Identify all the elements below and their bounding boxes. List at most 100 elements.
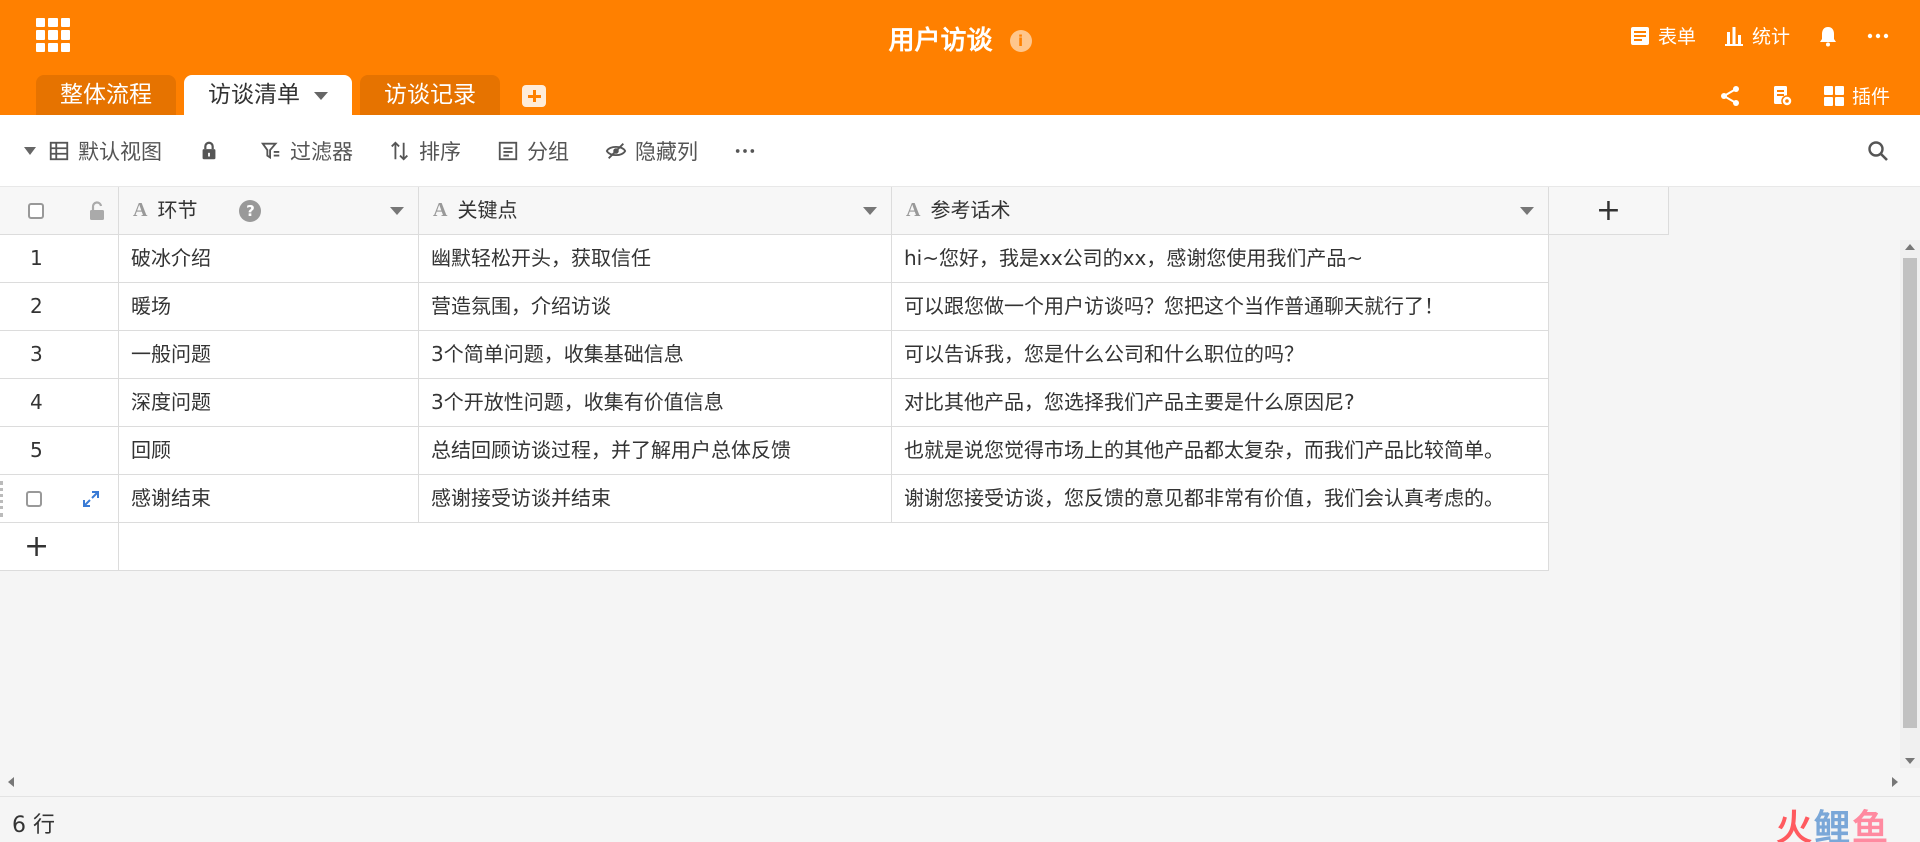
column-menu-icon[interactable]	[863, 206, 877, 215]
text-type-icon: A	[433, 199, 448, 221]
records-button[interactable]	[1770, 84, 1794, 108]
column-header-key-point[interactable]: A 关键点	[419, 187, 892, 235]
row-number-cell[interactable]: 2	[0, 283, 119, 331]
cell-script[interactable]: hi~您好，我是xx公司的xx，感谢您使用我们产品~	[892, 235, 1549, 283]
document-settings-icon	[1773, 85, 1793, 107]
expand-row-icon[interactable]	[82, 490, 100, 508]
cell-key-point[interactable]: 营造氛围，介绍访谈	[419, 283, 892, 331]
row-count: 6 行	[12, 813, 55, 838]
add-tab-icon[interactable]	[522, 85, 546, 107]
horizontal-scrollbar[interactable]	[0, 772, 1900, 792]
row-select-cell[interactable]	[0, 475, 119, 523]
cell-stage[interactable]: 一般问题	[119, 331, 419, 379]
column-header-stage[interactable]: A 环节 ?	[119, 187, 419, 235]
row-checkbox[interactable]	[26, 490, 42, 507]
column-menu-icon[interactable]	[390, 206, 404, 215]
lock-view-button[interactable]	[198, 140, 220, 162]
tab-overall-flow[interactable]: 整体流程	[36, 75, 176, 115]
sort-label: 排序	[419, 139, 461, 164]
search-button[interactable]	[1866, 139, 1890, 168]
cell-script[interactable]: 可以告诉我，您是什么公司和什么职位的吗？	[892, 331, 1549, 379]
row-number: 4	[30, 390, 43, 414]
table-row[interactable]: 4 深度问题 3个开放性问题，收集有价值信息 对比其他产品，您选择我们产品主要是…	[0, 379, 1549, 427]
cell-stage[interactable]: 回顾	[119, 427, 419, 475]
view-selector[interactable]: 默认视图	[24, 136, 162, 166]
form-icon	[1630, 26, 1649, 45]
cell-stage[interactable]: 暖场	[119, 283, 419, 331]
share-button[interactable]	[1718, 84, 1742, 108]
table-header-row: A 环节 ? A 关键点 A 参考话术 +	[0, 187, 1669, 235]
table-row-hovered[interactable]: 感谢结束 感谢接受访谈并结束 谢谢您接受访谈，您反馈的意见都非常有价值，我们会认…	[0, 475, 1549, 523]
row-number-cell[interactable]: 1	[0, 235, 119, 283]
form-button[interactable]: 表单	[1628, 22, 1696, 49]
row-number-cell[interactable]: 3	[0, 331, 119, 379]
row-number-cell[interactable]: 4	[0, 379, 119, 427]
cell-key-point[interactable]: 感谢接受访谈并结束	[419, 475, 892, 523]
scroll-left-arrow-icon[interactable]	[8, 777, 14, 787]
column-label: 关键点	[457, 198, 518, 222]
filter-button[interactable]: 过滤器	[260, 136, 353, 166]
watermark-char: 鱼	[1851, 808, 1890, 842]
tab-interview-records[interactable]: 访谈记录	[360, 75, 500, 115]
scroll-up-arrow-icon[interactable]	[1905, 244, 1915, 250]
table-row[interactable]: 1 破冰介绍 幽默轻松开头，获取信任 hi~您好，我是xx公司的xx，感谢您使用…	[0, 235, 1549, 283]
row-number: 1	[30, 246, 43, 270]
cell-script[interactable]: 谢谢您接受访谈，您反馈的意见都非常有价值，我们会认真考虑的。	[892, 475, 1549, 523]
plugins-icon	[1823, 85, 1844, 106]
scroll-down-arrow-icon[interactable]	[1905, 758, 1915, 764]
cell-script[interactable]: 对比其他产品，您选择我们产品主要是什么原因尼?	[892, 379, 1549, 427]
table-row[interactable]: 3 一般问题 3个简单问题，收集基础信息 可以告诉我，您是什么公司和什么职位的吗…	[0, 331, 1549, 379]
search-icon	[1868, 141, 1888, 161]
add-column-button[interactable]: +	[1549, 187, 1669, 235]
cell-key-point[interactable]: 3个简单问题，收集基础信息	[419, 331, 892, 379]
group-button[interactable]: 分组	[497, 136, 569, 166]
cell-key-point[interactable]: 3个开放性问题，收集有价值信息	[419, 379, 892, 427]
bell-icon	[1820, 26, 1836, 46]
add-row-button[interactable]: +	[0, 523, 119, 571]
row-number-cell[interactable]: 5	[0, 427, 119, 475]
cell-stage[interactable]: 深度问题	[119, 379, 419, 427]
filter-icon	[260, 142, 280, 159]
app-header: 用户访谈 i 表单 统计 整体流程 访谈清单 访谈记录 插件	[0, 0, 1920, 115]
scroll-right-arrow-icon[interactable]	[1892, 777, 1898, 787]
cell-key-point[interactable]: 总结回顾访谈过程，并了解用户总体反馈	[419, 427, 892, 475]
column-header-script[interactable]: A 参考话术	[892, 187, 1549, 235]
add-row-area[interactable]	[119, 523, 1549, 571]
view-label: 默认视图	[78, 139, 162, 164]
cell-script[interactable]: 也就是说您觉得市场上的其他产品都太复杂，而我们产品比较简单。	[892, 427, 1549, 475]
cell-key-point[interactable]: 幽默轻松开头，获取信任	[419, 235, 892, 283]
table-row[interactable]: 5 回顾 总结回顾访谈过程，并了解用户总体反馈 也就是说您觉得市场上的其他产品都…	[0, 427, 1549, 475]
tab-interview-list[interactable]: 访谈清单	[184, 75, 352, 115]
cell-script[interactable]: 可以跟您做一个用户访谈吗？您把这个当作普通聊天就行了！	[892, 283, 1549, 331]
header-secondary-actions: 插件	[1718, 82, 1890, 109]
info-icon[interactable]: i	[1009, 30, 1032, 52]
plugins-button[interactable]: 插件	[1822, 82, 1890, 109]
sort-button[interactable]: 排序	[389, 136, 461, 166]
unlock-icon[interactable]	[88, 200, 106, 221]
chevron-down-icon[interactable]	[314, 92, 328, 100]
drag-handle-icon[interactable]	[0, 480, 4, 517]
column-menu-icon[interactable]	[1520, 206, 1534, 215]
hide-columns-button[interactable]: 隐藏列	[605, 136, 698, 166]
share-icon	[1720, 85, 1739, 106]
more-options-button[interactable]	[734, 140, 756, 162]
cell-stage[interactable]: 感谢结束	[119, 475, 419, 523]
form-label: 表单	[1657, 26, 1696, 48]
vertical-scrollbar[interactable]	[1900, 240, 1920, 768]
select-all-checkbox[interactable]	[28, 202, 44, 219]
stats-button[interactable]: 统计	[1722, 22, 1790, 49]
help-icon[interactable]: ?	[239, 199, 262, 222]
notifications-button[interactable]	[1816, 24, 1840, 48]
add-row[interactable]: +	[0, 523, 1549, 571]
view-toolbar: 默认视图 过滤器 排序 分组 隐藏列	[0, 115, 1920, 187]
text-type-icon: A	[133, 199, 148, 221]
cell-stage[interactable]: 破冰介绍	[119, 235, 419, 283]
watermark-char: 火	[1775, 808, 1814, 842]
table-row[interactable]: 2 暖场 营造氛围，介绍访谈 可以跟您做一个用户访谈吗？您把这个当作普通聊天就行…	[0, 283, 1549, 331]
filter-label: 过滤器	[290, 139, 353, 164]
scrollbar-thumb[interactable]	[1903, 258, 1917, 728]
row-number: 2	[30, 294, 43, 318]
more-button[interactable]	[1866, 24, 1890, 48]
plugins-label: 插件	[1851, 86, 1890, 108]
apps-grid-icon[interactable]	[36, 18, 70, 52]
